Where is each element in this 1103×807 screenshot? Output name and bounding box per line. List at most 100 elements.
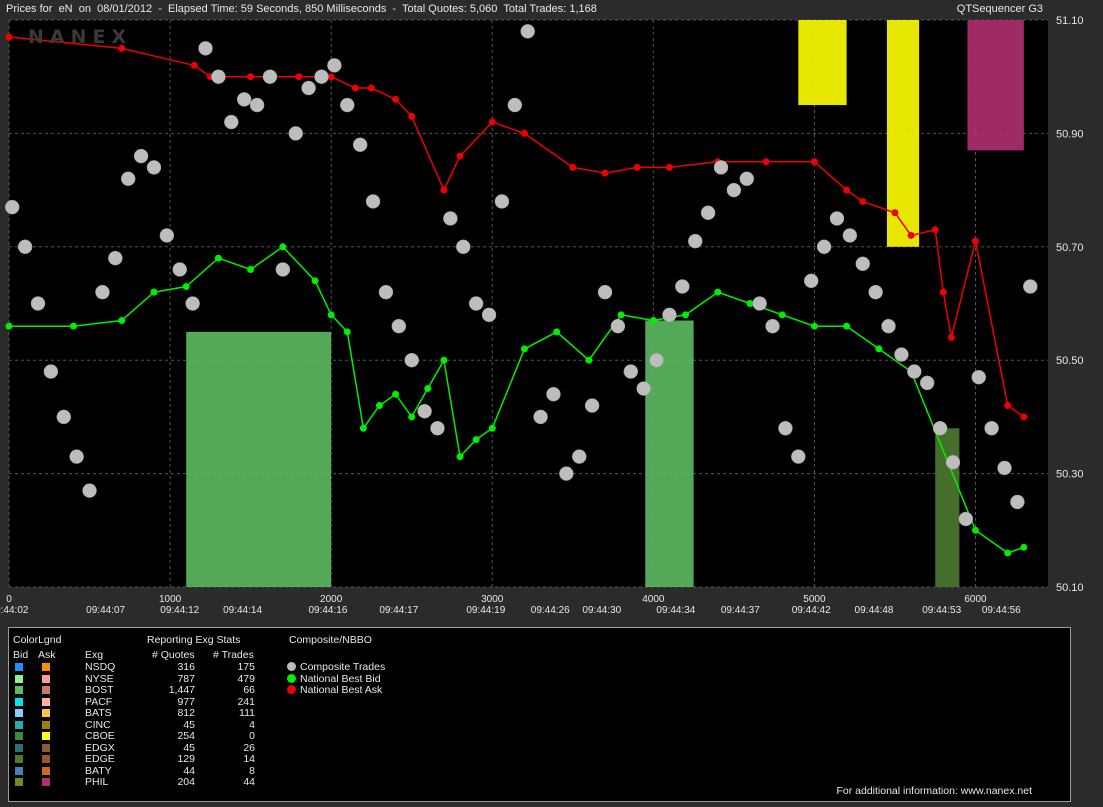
composite-trade-point [894,347,909,362]
national-best-bid-point [520,345,528,353]
exchange-trade-count: 479 [237,672,255,685]
national-best-ask-point [843,186,851,194]
composite-trade-point [456,239,471,255]
composite-trade-point [610,318,626,334]
composite-trade-point [597,284,613,300]
composite-trade-point [636,381,651,396]
national-best-ask-point [972,237,980,245]
x-tick-label: 2000 [320,594,343,605]
exchange-header: Exg [85,649,104,661]
national-best-ask-point [1004,402,1012,410]
ask-color-swatch [42,778,50,786]
composite-trade-point [932,420,948,436]
x-tick-label: 0 [6,594,12,605]
national-best-bid-point [649,317,657,325]
exchange-name: PACF [85,695,113,708]
exchange-trade-count: 175 [237,661,255,673]
ask-color-swatch [42,743,50,752]
x-tick-label: 4000 [642,594,665,605]
composite-trade-point [481,307,497,323]
time-label: 09:44:56 [982,605,1021,616]
bid-color-swatch [15,743,23,752]
watermark-logo: NANEX [28,26,132,48]
national-best-bid-point [1004,549,1012,557]
national-best-bid-point [617,311,625,319]
composite-trade-point [803,273,819,289]
national-best-bid-point [810,322,818,330]
composite-trade-point [198,41,213,56]
bid-color-swatch [15,778,23,786]
composite-trade-point [546,386,561,402]
exchange-trade-count: 241 [237,695,255,708]
exchange-name: BOST [85,684,114,696]
composite-trade-point [443,211,458,226]
time-label: 09:44:14 [223,605,262,616]
composite-trade-point [881,318,896,334]
nbbo-label: Composite Trades [300,661,386,673]
exchange-name: NSDQ [85,661,116,673]
national-best-bid-point [343,328,351,336]
composite-trade-point [919,375,935,391]
composite-trade-point [224,114,239,130]
composite-trade-point [791,449,806,464]
time-label: 09:44:37 [721,605,760,616]
national-best-bid-point [69,322,77,330]
national-best-bid-point [585,356,593,364]
composite-trade-point [468,296,484,311]
national-best-bid-point [182,282,190,290]
composite-trade-point [765,318,780,334]
composite-trade-point [726,182,742,198]
national-best-bid-point [247,265,255,273]
exchange-quote-count: 45 [183,741,195,754]
national-best-ask-point [408,112,416,120]
exchange-quote-count: 204 [177,776,195,788]
composite-trade-point [649,352,664,368]
time-label: 09:44:16 [308,605,347,616]
composite-trade-point [275,262,291,277]
exchange-quote-count: 44 [183,764,195,777]
nbbo-marker-icon [287,673,296,683]
composite-trade-point [391,318,407,334]
composite-trade-point [520,24,535,39]
color-legend-title: ColorLgnd [13,634,62,646]
x-tick-label: 3000 [481,594,504,605]
composite-trade-point [971,369,986,385]
ask-level-block [798,20,847,106]
ask-color-swatch [42,686,50,694]
exchange-trade-count: 111 [239,707,255,719]
ask-color-swatch [42,709,50,717]
bid-level-block [186,331,332,587]
exchange-trade-count: 4 [249,718,255,731]
time-label: 09:44:34 [656,605,695,616]
bid-color-swatch [15,663,23,671]
national-best-bid-point [214,254,222,262]
national-best-bid-point [359,424,367,432]
composite-trade-point [43,364,59,379]
national-best-ask-point [392,95,400,103]
time-label: 09:44:02 [0,605,29,616]
bid-color-swatch [15,697,23,706]
ask-header: Ask [38,649,56,661]
composite-trade-point [352,137,368,152]
national-best-bid-point [778,311,786,319]
time-label: 09:44:42 [792,605,831,616]
national-best-bid-point [875,345,883,353]
time-label: 09:44:30 [582,605,621,616]
composite-trade-point [829,211,845,226]
ask-color-swatch [42,720,50,729]
composite-trade-point [4,199,20,215]
exchange-name: BATS [85,707,112,719]
national-best-bid-point [472,436,480,444]
time-label: 09:44:26 [531,605,570,616]
national-best-bid-point [279,243,287,251]
national-best-bid-point [488,424,496,432]
exchange-quote-count: 316 [177,661,195,673]
nbbo-marker-icon [287,662,296,671]
bid-level-block [935,428,960,587]
national-best-ask-point [488,118,496,126]
national-best-bid-point [375,402,383,410]
exchange-quote-count: 787 [177,672,195,685]
national-best-ask-point [295,73,303,81]
exchange-name: PHIL [85,776,109,788]
national-best-ask-point [367,84,375,92]
